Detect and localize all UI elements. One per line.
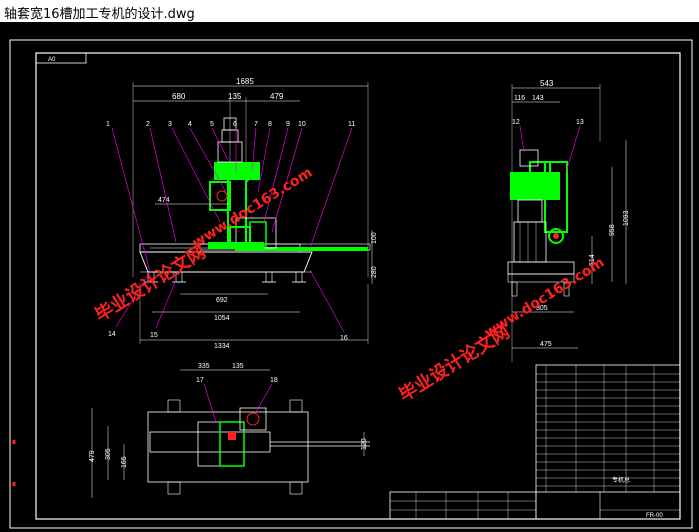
dim-680: 680 [172, 92, 186, 101]
dim-692: 692 [216, 297, 228, 304]
dim-116: 116 [514, 95, 525, 102]
dim-543: 543 [540, 79, 554, 88]
dim-305b: 305 [105, 448, 112, 460]
balloon-15: 15 [150, 332, 158, 339]
dim-475: 475 [540, 341, 552, 348]
balloon-18: 18 [270, 377, 278, 384]
dim-100: 100 [371, 232, 378, 244]
plan-view: 335 135 479 305 165 120 17 18 [89, 363, 370, 498]
balloon-12: 12 [512, 119, 520, 126]
balloon-16: 16 [340, 335, 348, 342]
dim-335: 335 [198, 363, 210, 370]
sheet-label: A0 [48, 57, 56, 63]
balloon-17: 17 [196, 377, 204, 384]
dim-280: 280 [371, 266, 378, 278]
balloon-5: 5 [210, 121, 214, 128]
balloon-1: 1 [106, 121, 110, 128]
balloon-2: 2 [146, 121, 150, 128]
sheet-border [9, 39, 693, 529]
balloon-7: 7 [254, 121, 258, 128]
dim-1685: 1685 [236, 77, 254, 86]
drawing-canvas[interactable]: A0 1685 680 135 479 100 280 474 692 1054… [0, 22, 699, 532]
balloon-4: 4 [188, 121, 192, 128]
watermark-text-1: 毕业设计论文网 [91, 241, 210, 326]
dim-1054: 1054 [214, 315, 230, 322]
dim-1093: 1093 [623, 210, 630, 226]
parts-list-rows [536, 365, 680, 492]
watermark-url-2: www.doc163.com [482, 255, 608, 342]
window-title: 轴套宽16槽加工专机的设计.dwg [4, 7, 195, 22]
dim-479b: 479 [89, 450, 96, 462]
balloon-9: 9 [286, 121, 290, 128]
dim-165: 165 [121, 456, 128, 468]
balloon-8: 8 [268, 121, 272, 128]
side-view: 543 116 143 958 1093 514 305 475 12 13 [507, 79, 630, 362]
balloon-10: 10 [298, 121, 306, 128]
title-bar: 轴套宽16槽加工专机的设计.dwg [0, 0, 699, 23]
balloon-6: 6 [233, 121, 237, 128]
balloon-13: 13 [576, 119, 584, 126]
company-name: 专机总 [612, 476, 630, 484]
dim-143: 143 [532, 95, 544, 102]
dim-479: 479 [270, 92, 284, 101]
cad-viewport[interactable]: A0 1685 680 135 479 100 280 474 692 1054… [0, 22, 699, 532]
balloon-11: 11 [348, 121, 355, 128]
dim-1334: 1334 [214, 343, 230, 350]
dim-120: 120 [361, 438, 368, 450]
balloon-14: 14 [108, 331, 116, 338]
sheet-label-box [35, 52, 87, 64]
drawing-number: FR-00 [646, 513, 663, 519]
dim-135b: 135 [232, 363, 244, 370]
balloon-3: 3 [168, 121, 172, 128]
dim-474: 474 [158, 197, 170, 204]
dim-958: 958 [609, 224, 616, 236]
